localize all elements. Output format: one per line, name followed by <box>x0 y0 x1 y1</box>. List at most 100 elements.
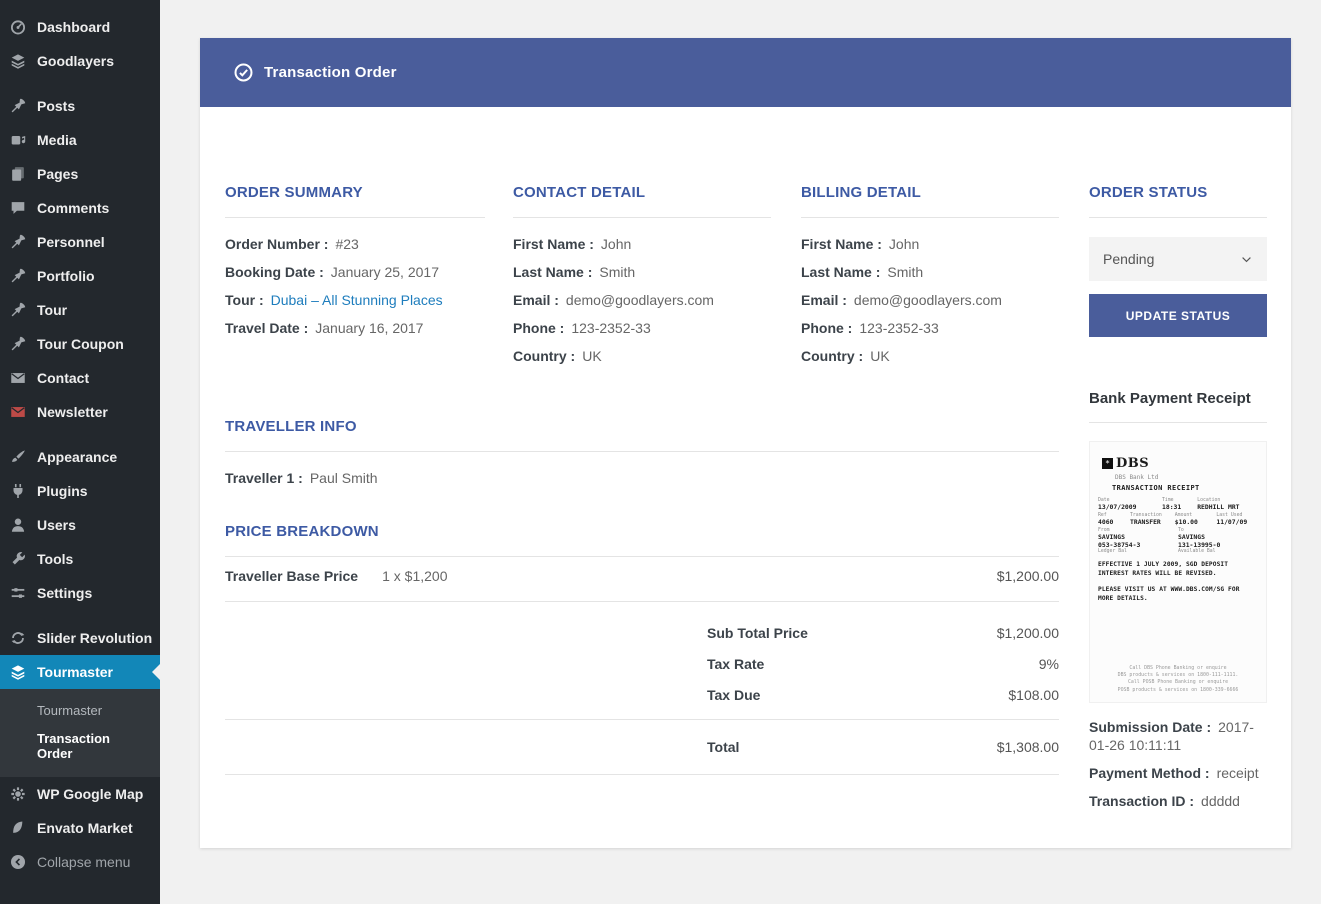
total-amount: $1,308.00 <box>997 739 1059 755</box>
sidebar-item-portfolio[interactable]: Portfolio <box>0 259 160 293</box>
leaf-icon <box>8 818 28 838</box>
refresh-icon <box>8 628 28 648</box>
sidebar-item-envato-market[interactable]: Envato Market <box>0 811 160 845</box>
tourmaster-submenu: Tourmaster Transaction Order <box>0 689 160 777</box>
receipt-value: 131-13995-0 <box>1178 541 1258 549</box>
receipt-label: Available Bal <box>1178 549 1258 554</box>
divider <box>1089 422 1267 423</box>
submenu-item-tourmaster[interactable]: Tourmaster <box>0 697 160 725</box>
sidebar-item-plugins[interactable]: Plugins <box>0 474 160 508</box>
layers-icon <box>8 662 28 682</box>
dashboard-icon <box>8 17 28 37</box>
last-name-row: Last Name :Smith <box>513 265 771 280</box>
receipt-value: 11/07/09 <box>1216 518 1258 526</box>
field-label: Phone : <box>801 320 852 336</box>
panel-title: Transaction Order <box>264 64 397 81</box>
sidebar-item-newsletter[interactable]: Newsletter <box>0 395 160 429</box>
submenu-item-transaction-order[interactable]: Transaction Order <box>0 725 160 768</box>
sidebar-item-contact[interactable]: Contact <box>0 361 160 395</box>
tax-due-label: Tax Due <box>707 687 760 703</box>
receipt-value: TRANSFER <box>1130 518 1175 526</box>
line-item-detail: 1 x $1,200 <box>382 568 447 584</box>
divider <box>1089 217 1267 218</box>
sidebar-item-label: Tourmaster <box>37 664 113 680</box>
sidebar-item-tour[interactable]: Tour <box>0 293 160 327</box>
order-status-select[interactable]: Pending <box>1089 237 1267 281</box>
receipt-footer: Call DBS Phone Banking or enquire DBS pr… <box>1098 665 1258 694</box>
field-value: Smith <box>599 264 635 280</box>
sidebar-item-settings[interactable]: Settings <box>0 576 160 610</box>
price-breakdown-heading: PRICE BREAKDOWN <box>225 524 1059 540</box>
total-row: Total $1,308.00 <box>225 720 1059 774</box>
sidebar-item-tools[interactable]: Tools <box>0 542 160 576</box>
receipt-label: Ledger Bal <box>1098 549 1178 554</box>
settings-sliders-icon <box>8 583 28 603</box>
receipt-footer-line: DBS products & services on 1800-111-1111… <box>1098 672 1258 679</box>
menu-separator <box>0 78 160 89</box>
sidebar-item-media[interactable]: Media <box>0 123 160 157</box>
submission-date-row: Submission Date :2017-01-26 10:11:11 <box>1089 718 1267 754</box>
field-value: John <box>889 236 919 252</box>
divider <box>801 217 1059 218</box>
sidebar-item-appearance[interactable]: Appearance <box>0 440 160 474</box>
field-value: January 16, 2017 <box>315 320 423 336</box>
sidebar-item-tour-coupon[interactable]: Tour Coupon <box>0 327 160 361</box>
check-circle-icon <box>233 62 254 83</box>
transaction-id-row: Transaction ID :ddddd <box>1089 792 1267 810</box>
subtotal-amount: $1,200.00 <box>997 625 1059 641</box>
line-item-label: Traveller Base Price <box>225 568 358 584</box>
sidebar-item-label: Media <box>37 132 77 148</box>
field-label: Tour : <box>225 292 264 308</box>
sidebar-item-label: Newsletter <box>37 404 108 420</box>
receipt-footer-line: Call DBS Phone Banking or enquire <box>1098 665 1258 672</box>
sidebar-item-personnel[interactable]: Personnel <box>0 225 160 259</box>
field-label: Booking Date : <box>225 264 324 280</box>
sidebar-item-slider-revolution[interactable]: Slider Revolution <box>0 621 160 655</box>
traveller-info-section: TRAVELLER INFO Traveller 1 :Paul Smith <box>225 419 1059 486</box>
order-summary-heading: ORDER SUMMARY <box>225 185 485 201</box>
sidebar-item-tourmaster[interactable]: Tourmaster <box>0 655 160 689</box>
dbs-logo: * DBS <box>1102 456 1258 471</box>
sidebar-item-comments[interactable]: Comments <box>0 191 160 225</box>
phone-row: Phone :123-2352-33 <box>801 321 1059 336</box>
sidebar-item-label: Posts <box>37 98 75 114</box>
receipt-row-labels: Ledger Bal Available Bal <box>1098 549 1258 554</box>
receipt-title: TRANSACTION RECEIPT <box>1112 484 1258 492</box>
menu-separator <box>0 429 160 440</box>
field-value: January 25, 2017 <box>331 264 439 280</box>
sidebar-item-label: Slider Revolution <box>37 630 152 646</box>
receipt-row-values: 4060 TRANSFER $10.00 11/07/09 <box>1098 518 1258 526</box>
pushpin-icon <box>8 300 28 320</box>
admin-content-area: Transaction Order ORDER SUMMARY Order Nu… <box>160 0 1321 904</box>
layers-icon <box>8 51 28 71</box>
order-status-selected-value: Pending <box>1103 251 1154 267</box>
subtotal-row: Sub Total Price $1,200.00 <box>225 625 1059 641</box>
sidebar-item-label: Envato Market <box>37 820 133 836</box>
sidebar-item-label: Portfolio <box>37 268 95 284</box>
email-row: Email :demo@goodlayers.com <box>801 293 1059 308</box>
bank-receipt-image[interactable]: * DBS DBS Bank Ltd TRANSACTION RECEIPT D… <box>1089 441 1267 703</box>
email-row: Email :demo@goodlayers.com <box>513 293 771 308</box>
sidebar-item-users[interactable]: Users <box>0 508 160 542</box>
collapse-menu-button[interactable]: Collapse menu <box>0 845 160 879</box>
field-label: Order Number : <box>225 236 328 252</box>
receipt-value: 18:31 <box>1162 503 1197 511</box>
sidebar-item-pages[interactable]: Pages <box>0 157 160 191</box>
field-label: Email : <box>801 292 847 308</box>
menu-separator <box>0 610 160 621</box>
sidebar-item-wp-google-map[interactable]: WP Google Map <box>0 777 160 811</box>
sidebar-item-dashboard[interactable]: Dashboard <box>0 10 160 44</box>
sidebar-item-label: Dashboard <box>37 19 110 35</box>
first-name-row: First Name :John <box>801 237 1059 252</box>
comment-bubble-icon <box>8 198 28 218</box>
sidebar-item-posts[interactable]: Posts <box>0 89 160 123</box>
dbs-logo-mark: * <box>1102 458 1113 469</box>
tour-link[interactable]: Dubai – All Stunning Places <box>271 292 443 308</box>
update-status-button[interactable]: UPDATE STATUS <box>1089 294 1267 337</box>
field-label: Travel Date : <box>225 320 308 336</box>
field-value: Smith <box>887 264 923 280</box>
sidebar-item-goodlayers[interactable]: Goodlayers <box>0 44 160 78</box>
last-name-row: Last Name :Smith <box>801 265 1059 280</box>
phone-row: Phone :123-2352-33 <box>513 321 771 336</box>
field-value: UK <box>582 348 601 364</box>
